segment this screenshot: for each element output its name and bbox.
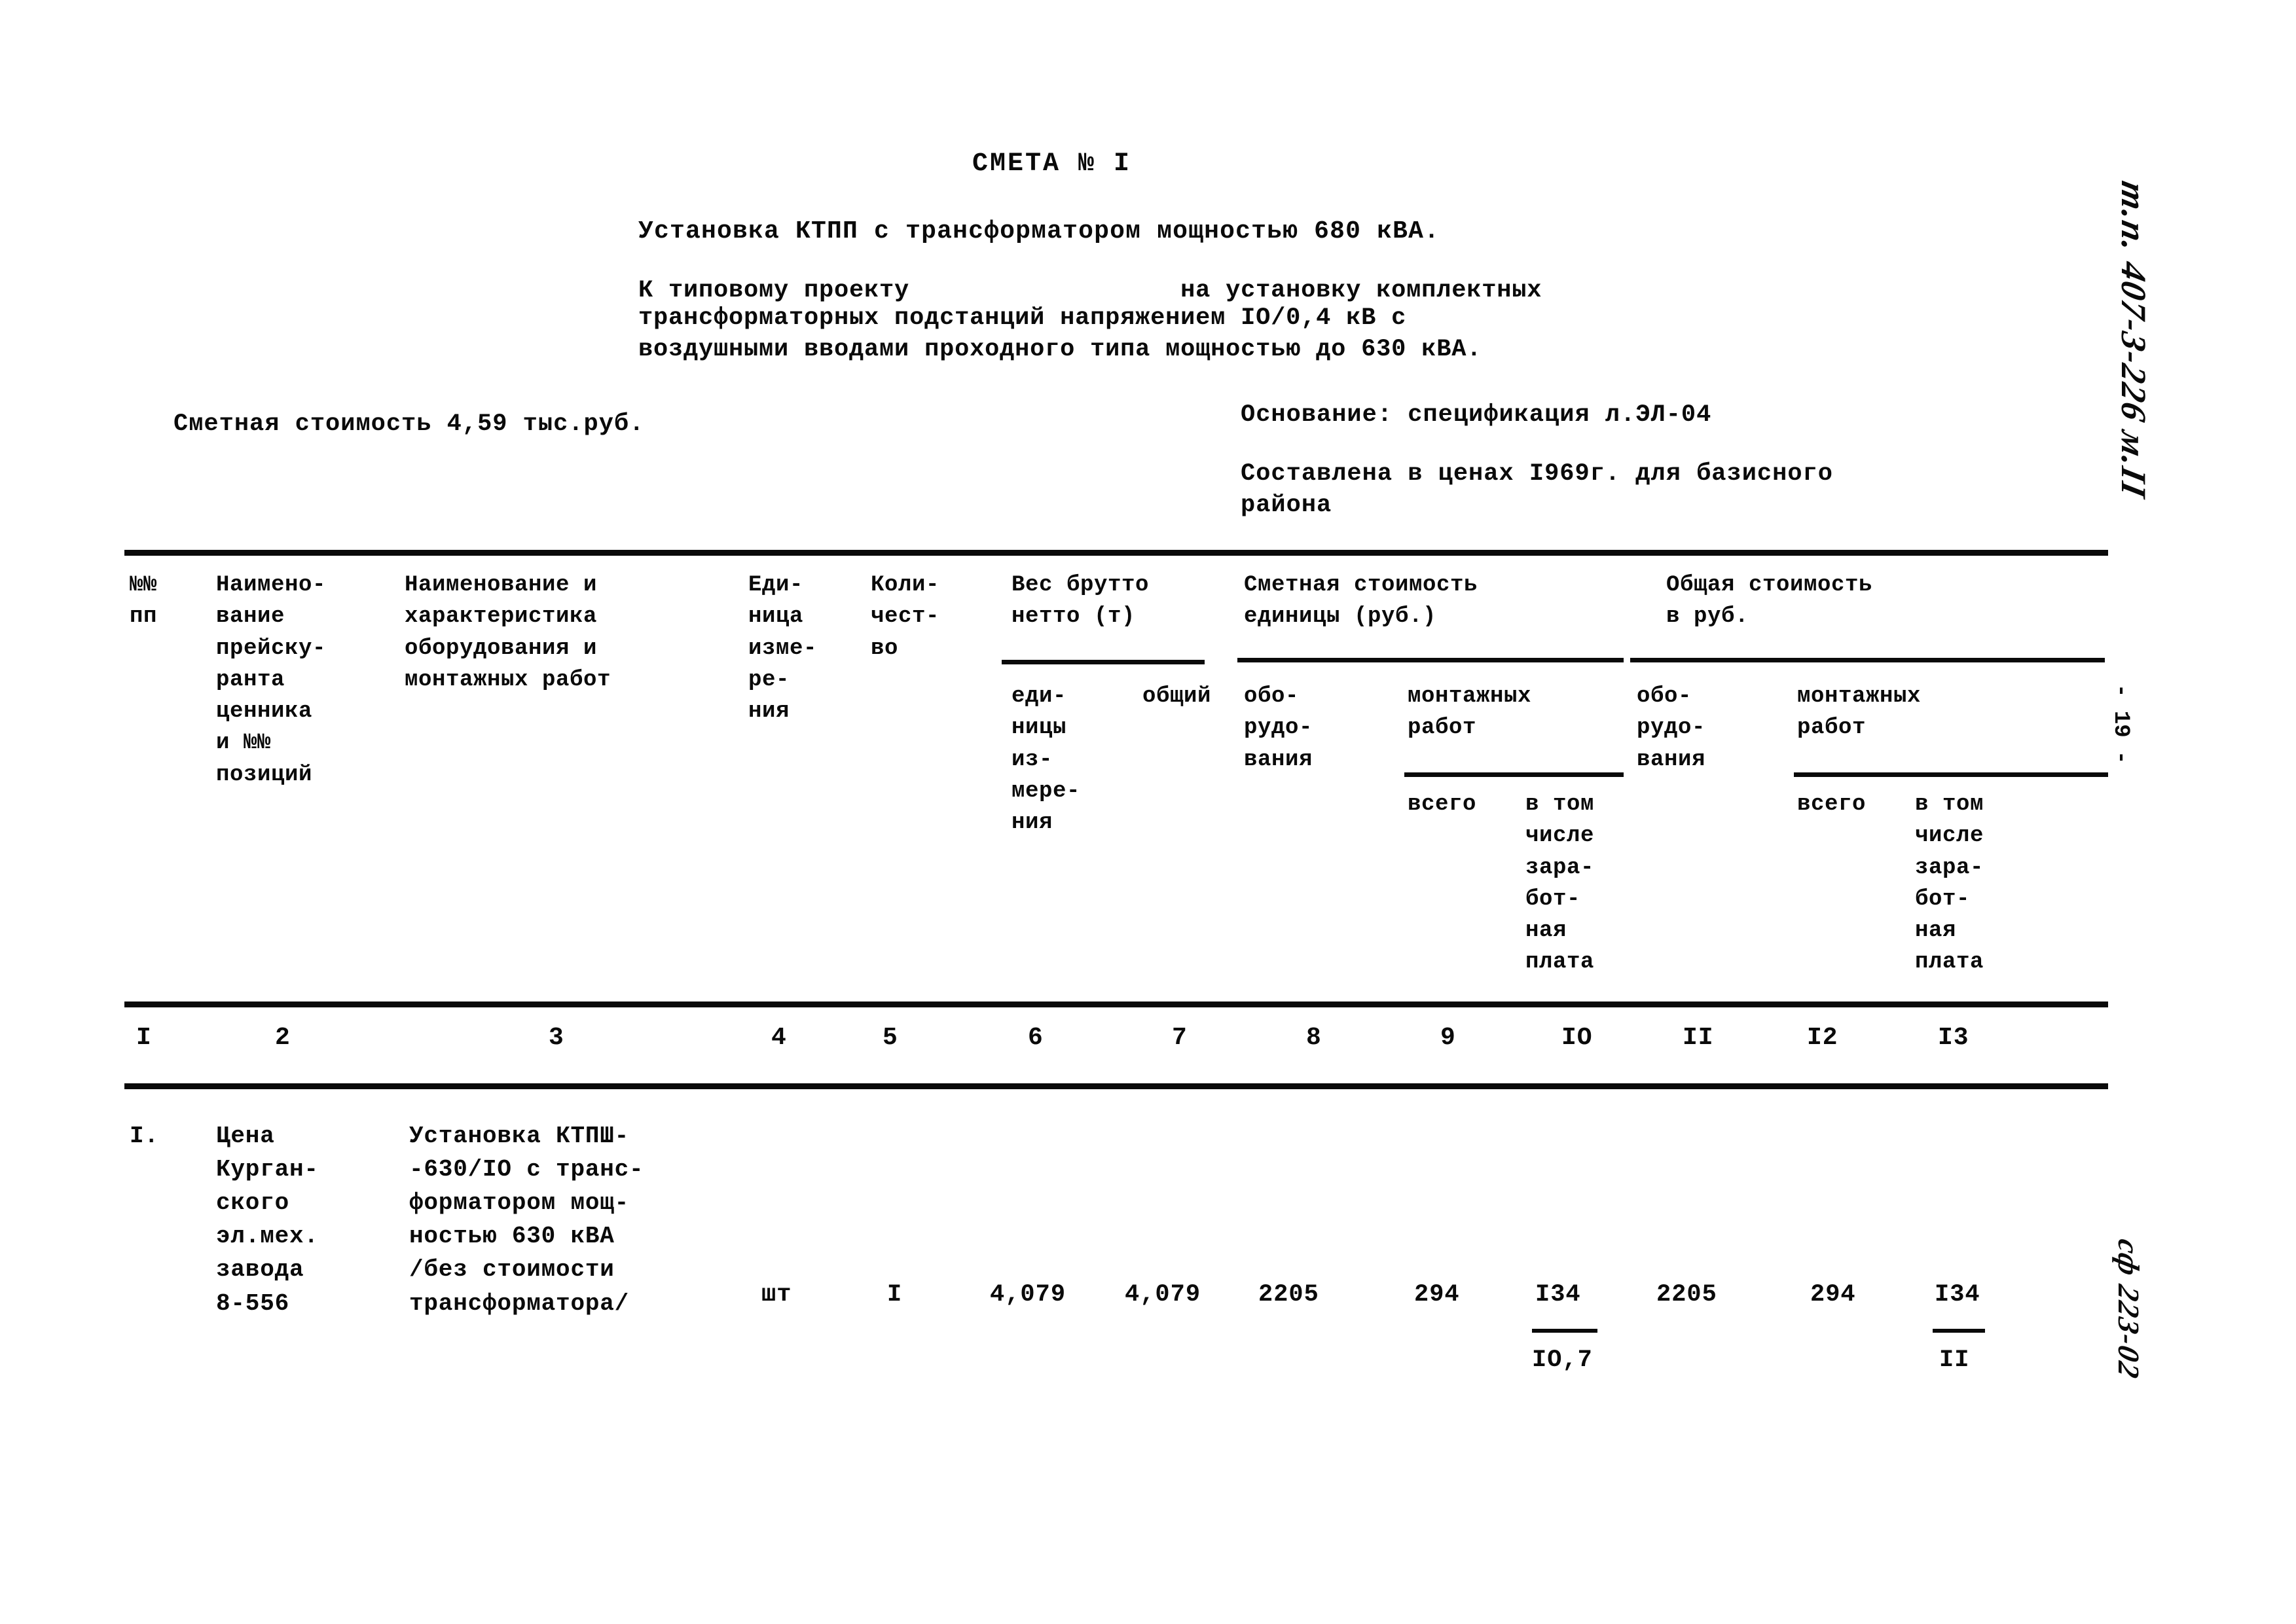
margin-note-project-code: т.п. 407-3-226 м.II (2114, 178, 2153, 502)
col-header-pricelist: Наимено- вание прейску- ранта ценника и … (216, 573, 327, 787)
row-total-install-wage-top: I34 (1935, 1281, 1980, 1308)
colnum-11: II (1683, 1024, 1714, 1052)
col-header-total-install-total: всего (1797, 792, 1867, 817)
total-cost-group-divider (1630, 658, 2105, 662)
col-header-weight-group: Вес брутто нетто (т) (1011, 573, 1150, 630)
col-header-unit-install-group: монтажных работ (1408, 684, 1532, 741)
row-unit-install-wage-top: I34 (1535, 1281, 1581, 1308)
basis-specification: Основание: спецификация л.ЭЛ-04 (1241, 401, 1712, 429)
row-unit-equipment: 2205 (1258, 1281, 1319, 1308)
basis-region: района (1241, 492, 1332, 519)
row-unit: шт (761, 1281, 792, 1308)
unit-install-divider (1404, 772, 1624, 777)
col-header-total-install-wage: в том числе зара- бот- ная плата (1915, 792, 1984, 975)
margin-note-sheet-code: сф 223-02 (2112, 1236, 2145, 1382)
col-header-weight-total: общий (1142, 684, 1212, 709)
table-header-bottom-border (124, 1001, 2108, 1007)
row-description: Установка КТПШ- -630/IО с транс- формато… (409, 1123, 644, 1317)
col-header-unit-equipment: обо- рудо- вания (1244, 684, 1313, 772)
document-subject: Установка КТПП с трансформатором мощност… (638, 217, 1440, 245)
colnum-7: 7 (1172, 1024, 1188, 1052)
col-header-total-cost-group: Общая стоимость в руб. (1666, 573, 1873, 630)
page-number: - 19 - (2108, 684, 2133, 765)
colnum-12: I2 (1807, 1024, 1838, 1052)
basis-prices-year: Составлена в ценах I969г. для базисного (1241, 460, 1833, 488)
row-total-install-fraction-bar (1933, 1329, 1985, 1333)
col-header-total-equipment: обо- рудо- вания (1637, 684, 1706, 772)
row-weight-unit: 4,079 (990, 1281, 1066, 1308)
unit-cost-group-divider (1237, 658, 1624, 662)
row-no: I. (130, 1123, 159, 1149)
col-header-qty: Коли- чест- во (871, 573, 940, 661)
scanned-document-page: СМЕТА № I Установка КТПП с трансформатор… (0, 0, 2296, 1624)
row-unit-install-fraction-bar (1532, 1329, 1597, 1333)
reference-line-2: трансформаторных подстанций напряжением … (638, 304, 1407, 332)
col-header-weight-unit: еди- ницы из- мере- ния (1011, 684, 1081, 836)
colnum-10: IO (1561, 1024, 1593, 1052)
colnum-3: 3 (549, 1024, 564, 1052)
row-total-install-wage-bottom: II (1939, 1346, 1970, 1374)
row-total-install-total: 294 (1810, 1281, 1856, 1308)
reference-line-1: К типовому проекту на установку комплект… (638, 277, 1542, 304)
col-header-description: Наименование и характеристика оборудован… (405, 573, 611, 693)
colnum-4: 4 (771, 1024, 787, 1052)
colnum-5: 5 (883, 1024, 898, 1052)
estimated-cost: Сметная стоимость 4,59 тыс.руб. (173, 410, 645, 438)
weight-group-divider (1002, 660, 1205, 664)
reference-line-3: воздушными вводами проходного типа мощно… (638, 336, 1482, 363)
total-install-divider (1794, 772, 2108, 777)
col-header-unit-install-wage: в том числе зара- бот- ная плата (1525, 792, 1595, 975)
col-header-unit: Еди- ница изме- ре- ния (748, 573, 818, 725)
colnum-8: 8 (1306, 1024, 1322, 1052)
col-header-no: №№ пп (130, 573, 158, 630)
row-pricelist: Цена Курган- ского эл.мех. завода 8-556 (216, 1123, 319, 1317)
row-qty: I (887, 1281, 903, 1308)
colnum-2: 2 (275, 1024, 291, 1052)
row-unit-install-wage-bottom: IО,7 (1532, 1346, 1593, 1374)
col-header-total-install-group: монтажных работ (1797, 684, 1922, 741)
col-header-unit-install-total: всего (1408, 792, 1477, 817)
colnum-13: I3 (1938, 1024, 1969, 1052)
colnum-9: 9 (1440, 1024, 1456, 1052)
row-unit-install-total: 294 (1414, 1281, 1460, 1308)
row-total-equipment: 2205 (1656, 1281, 1717, 1308)
colnum-6: 6 (1028, 1024, 1044, 1052)
document-title: СМЕТА № I (972, 149, 1132, 179)
table-colnum-bottom-border (124, 1083, 2108, 1089)
col-header-unit-cost-group: Сметная стоимость единицы (руб.) (1244, 573, 1478, 630)
table-top-border (124, 550, 2108, 556)
row-weight-total: 4,079 (1125, 1281, 1201, 1308)
colnum-1: I (136, 1024, 152, 1052)
